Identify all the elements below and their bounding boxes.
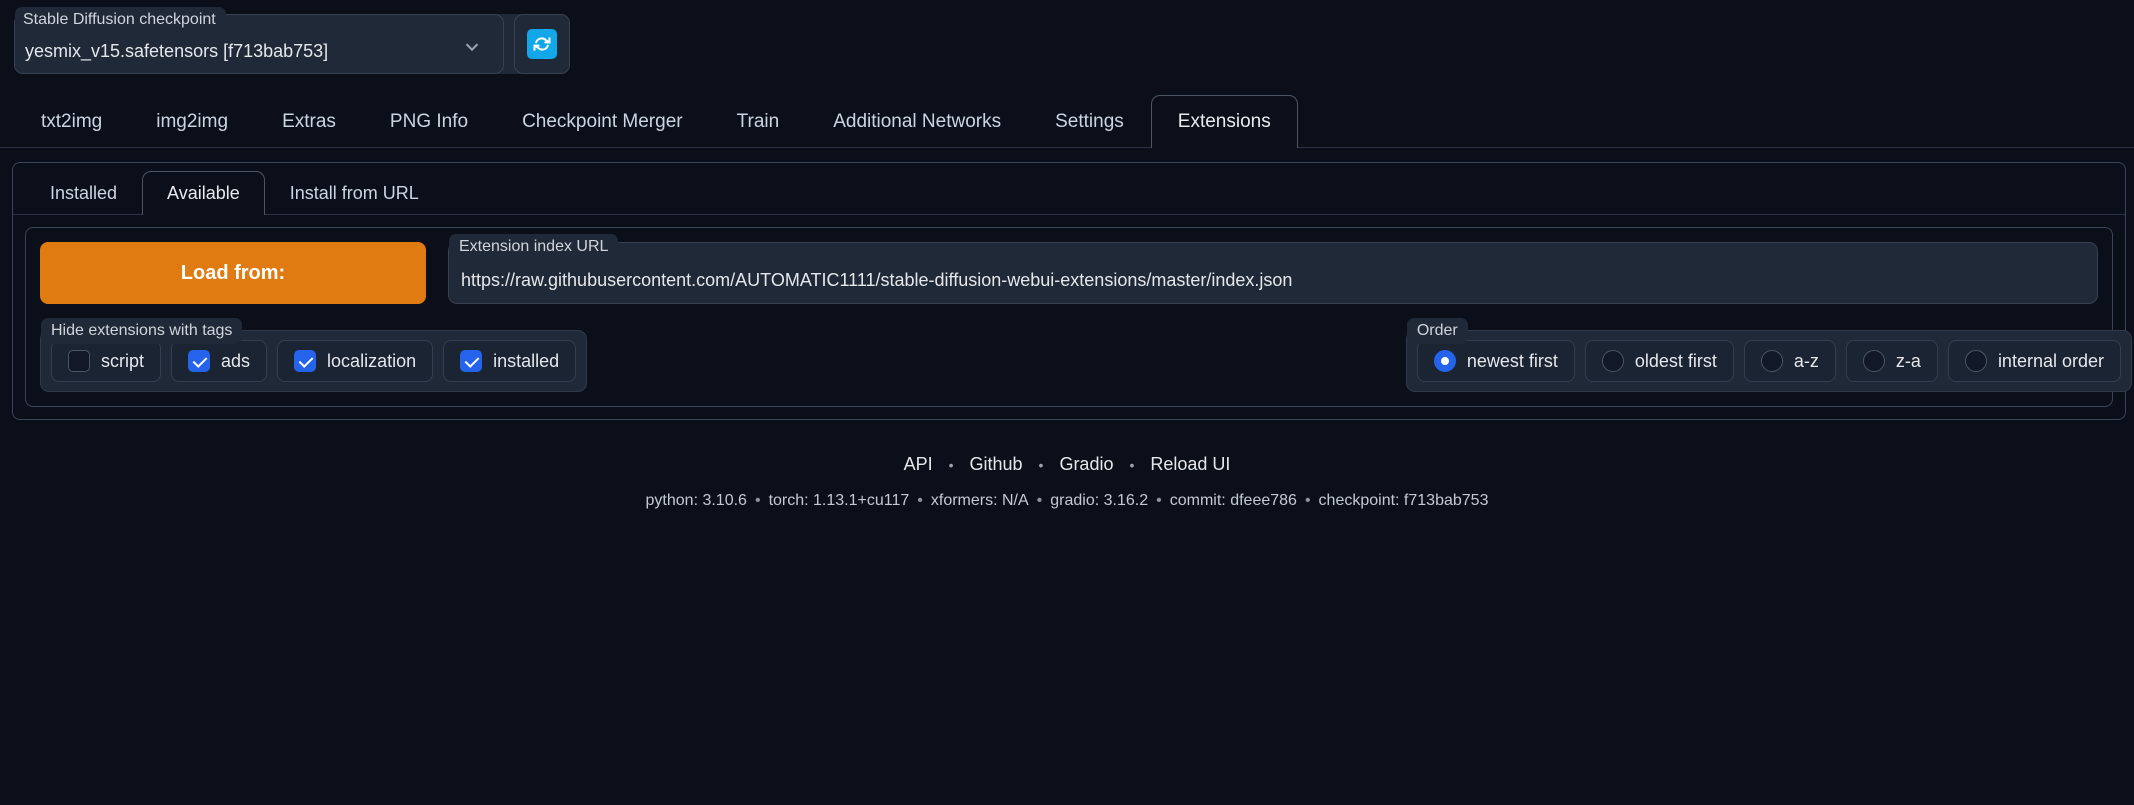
order-radio-internal-order[interactable]: internal order: [1947, 340, 2121, 382]
tag-checkbox-label: script: [101, 350, 145, 371]
available-extensions-pane: Load from: Extension index URL https://r…: [25, 227, 2132, 407]
hide-tags-label: Hide extensions with tags: [41, 318, 243, 344]
main-tab-settings[interactable]: Settings: [1028, 95, 1151, 149]
version-item: torch: 1.13.1+cu117: [768, 492, 910, 509]
footer: API • Github • Gradio • Reload UI python: 3.10…: [0, 454, 2134, 510]
checkpoint-value: yesmix_v15.safetensors [f713bab753]: [25, 40, 329, 61]
tag-checkbox-localization[interactable]: localization: [277, 340, 434, 382]
version-separator: •: [1304, 492, 1311, 509]
footer-link-api[interactable]: API: [888, 454, 949, 475]
main-tab-txt2img[interactable]: txt2img: [14, 95, 129, 149]
checkbox-unchecked-icon[interactable]: [68, 350, 90, 372]
radio-selected-icon[interactable]: [1433, 350, 1456, 372]
version-item: checkpoint: f713bab753: [1318, 492, 1489, 509]
main-tab-train[interactable]: Train: [710, 95, 807, 149]
sub-tab-installed[interactable]: Installed: [25, 171, 142, 215]
sub-tab-available[interactable]: Available: [142, 171, 265, 215]
extensions-sub-tab-bar: Installed Available Install from URL: [13, 163, 2125, 215]
checkpoint-dropdown[interactable]: Stable Diffusion checkpoint yesmix_v15.s…: [14, 7, 504, 74]
sub-tab-install-from-url[interactable]: Install from URL: [265, 171, 444, 215]
radio-unselected-icon[interactable]: [1964, 350, 1987, 372]
radio-unselected-icon[interactable]: [1601, 350, 1624, 372]
checkbox-checked-icon[interactable]: [294, 350, 317, 372]
order-radio-label: oldest first: [1634, 350, 1717, 371]
tag-checkbox-label: ads: [221, 350, 251, 371]
checkbox-checked-icon[interactable]: [460, 350, 483, 372]
order-label: Order: [1406, 318, 1468, 344]
chevron-down-icon[interactable]: [461, 36, 483, 63]
main-tab-extras[interactable]: Extras: [255, 95, 363, 149]
radio-unselected-icon[interactable]: [1862, 350, 1885, 372]
refresh-checkpoints-button[interactable]: [514, 14, 570, 74]
version-item: gradio: 3.16.2: [1050, 492, 1149, 509]
order-radio-label: a-z: [1793, 350, 1819, 371]
version-item: xformers: N/A: [930, 492, 1029, 509]
footer-links: API • Github • Gradio • Reload UI: [0, 454, 2134, 475]
main-tab-img2img[interactable]: img2img: [129, 95, 255, 149]
order-radio-list: newest first oldest first a-z z-a internal o…: [1416, 340, 2121, 382]
refresh-icon: [527, 29, 557, 59]
checkbox-checked-icon[interactable]: [188, 350, 211, 372]
footer-link-github[interactable]: Github: [953, 454, 1038, 475]
order-radio-label: internal order: [1997, 350, 2104, 371]
load-from-button[interactable]: Load from:: [40, 242, 426, 304]
extension-index-url-label: Extension index URL: [449, 234, 619, 260]
order-radio-oldest-first[interactable]: oldest first: [1584, 340, 1734, 382]
main-tab-bar: txt2img img2img Extras PNG Info Checkpoint M…: [0, 94, 2134, 149]
tag-checkbox-label: installed: [493, 350, 560, 371]
hide-extensions-with-tags-group: Hide extensions with tags script ads local…: [40, 318, 588, 392]
tag-checkbox-script[interactable]: script: [51, 340, 162, 382]
version-separator: •: [1156, 492, 1162, 509]
extension-index-url-value: https://raw.githubusercontent.com/AUTOMA…: [461, 269, 1293, 290]
order-group: Order newest first oldest first a-z z-a inte…: [1405, 318, 2132, 392]
extension-index-url-field[interactable]: Extension index URL https://raw.githubus…: [448, 234, 2098, 304]
version-item: python: 3.10.6: [645, 492, 747, 509]
main-tab-additional-networks[interactable]: Additional Networks: [806, 95, 1028, 149]
order-radio-label: newest first: [1466, 350, 1558, 371]
tag-checkbox-label: localization: [327, 350, 417, 371]
main-tab-extensions[interactable]: Extensions: [1150, 94, 1298, 148]
tag-checkbox-list: script ads localization installed: [51, 340, 577, 382]
version-separator: •: [917, 492, 923, 509]
checkpoint-toolbar: Stable Diffusion checkpoint yesmix_v15.s…: [0, 0, 2134, 74]
tag-checkbox-installed[interactable]: installed: [443, 340, 577, 382]
extensions-panel: Installed Available Install from URL Load …: [12, 162, 2132, 420]
order-radio-z-a[interactable]: z-a: [1845, 340, 1938, 382]
load-index-row: Load from: Extension index URL https://r…: [40, 234, 2098, 304]
version-info: python: 3.10.6 • torch: 1.13.1+cu117 • xform…: [0, 492, 2134, 510]
footer-link-gradio[interactable]: Gradio: [1043, 454, 1129, 475]
order-radio-label: z-a: [1895, 350, 1921, 371]
version-separator: •: [1036, 492, 1043, 509]
checkpoint-group: Stable Diffusion checkpoint yesmix_v15.s…: [14, 7, 570, 74]
checkpoint-label: Stable Diffusion checkpoint: [15, 7, 226, 33]
tag-checkbox-ads[interactable]: ads: [171, 340, 268, 382]
radio-unselected-icon[interactable]: [1760, 350, 1783, 372]
version-separator: •: [754, 492, 761, 509]
main-tab-checkpoint-merger[interactable]: Checkpoint Merger: [495, 95, 710, 149]
order-radio-a-z[interactable]: a-z: [1743, 340, 1836, 382]
filter-row: Hide extensions with tags script ads local…: [40, 318, 2132, 392]
main-tab-png-info[interactable]: PNG Info: [363, 95, 495, 149]
footer-link-reload-ui[interactable]: Reload UI: [1134, 454, 1246, 475]
order-radio-newest-first[interactable]: newest first: [1416, 340, 1575, 382]
version-item: commit: dfeee786: [1169, 492, 1297, 509]
